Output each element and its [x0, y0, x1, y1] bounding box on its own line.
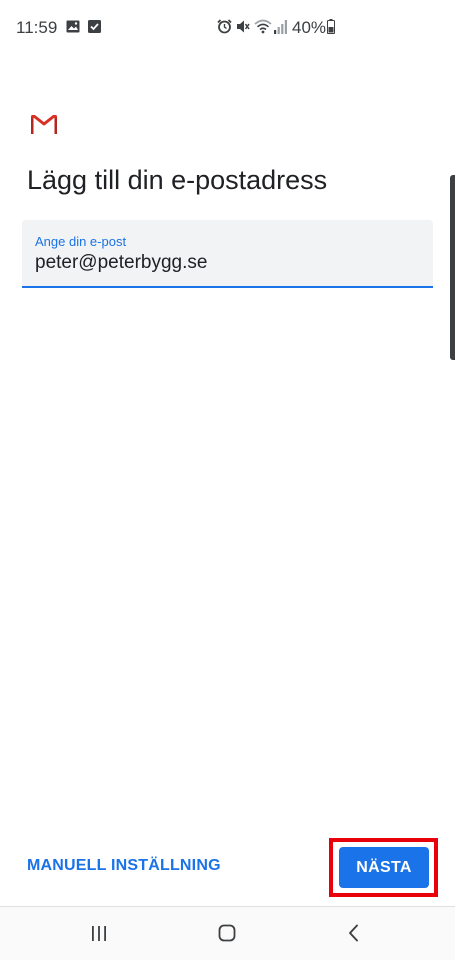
signal-icon: [274, 19, 288, 39]
edge-panel-handle[interactable]: [450, 175, 455, 360]
manual-settings-button[interactable]: MANUELL INSTÄLLNING: [27, 857, 221, 875]
gmail-logo: [30, 114, 58, 135]
back-icon[interactable]: [336, 917, 372, 949]
mute-icon: [235, 19, 250, 39]
alarm-icon: [217, 19, 232, 39]
email-field-label: Ange din e-post: [35, 234, 127, 249]
navigation-bar: [0, 906, 455, 960]
battery-percent: 40%: [292, 18, 327, 37]
home-icon[interactable]: [209, 917, 245, 949]
wifi-icon: [254, 19, 272, 39]
checkbox-icon: [88, 20, 101, 38]
email-input[interactable]: [34, 252, 416, 274]
recents-icon[interactable]: [81, 917, 117, 949]
image-icon: [66, 20, 80, 38]
next-button[interactable]: NÄSTA: [339, 847, 429, 888]
status-bar: 11:59 40%: [0, 0, 455, 56]
status-time: 11:59: [16, 18, 58, 37]
battery-icon: [327, 19, 335, 39]
email-field[interactable]: Ange din e-post: [22, 220, 433, 288]
page-title: Lägg till din e-postadress: [27, 165, 328, 195]
